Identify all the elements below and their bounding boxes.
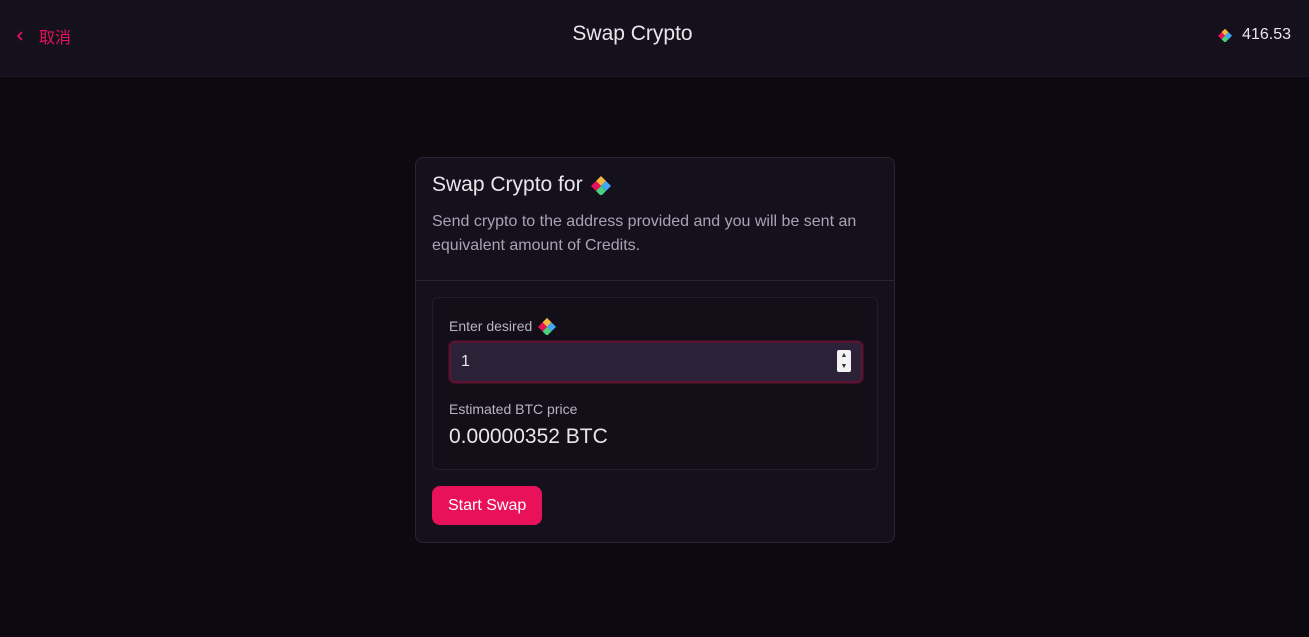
start-swap-button[interactable]: Start Swap [432, 486, 543, 525]
estimate-value: 0.00000352 BTC [449, 425, 608, 448]
card-description: Send crypto to the address provided and … [432, 213, 857, 254]
credits-logo-icon [590, 176, 611, 195]
swap-card: Swap Crypto for Send crypto to the addre… [415, 157, 895, 543]
card-header: Swap Crypto for Send crypto to the addre… [416, 158, 894, 281]
stepper-down-icon[interactable]: ▼ [841, 363, 848, 370]
amount-label: Enter desired [449, 317, 557, 335]
amount-input[interactable] [451, 343, 831, 381]
swap-form: Enter desired ▲ ▼ Estimated BTC price 0.… [432, 297, 878, 470]
credits-logo-icon [538, 317, 557, 335]
amount-label-text: Enter desired [449, 318, 533, 334]
top-bar: 取消 Swap Crypto 416.53 [0, 0, 1309, 77]
amount-field: ▲ ▼ [449, 341, 863, 383]
card-title: Swap Crypto for [432, 172, 878, 198]
balance-value: 416.53 [1242, 26, 1291, 43]
page-title: Swap Crypto [572, 22, 693, 45]
estimate-label: Estimated BTC price [449, 401, 578, 417]
stepper-up-icon[interactable]: ▲ [841, 352, 848, 359]
credits-balance: 416.53 [1218, 26, 1291, 44]
card-title-text: Swap Crypto for [432, 173, 583, 196]
credits-logo-icon [1218, 28, 1233, 42]
amount-stepper[interactable]: ▲ ▼ [837, 350, 851, 372]
